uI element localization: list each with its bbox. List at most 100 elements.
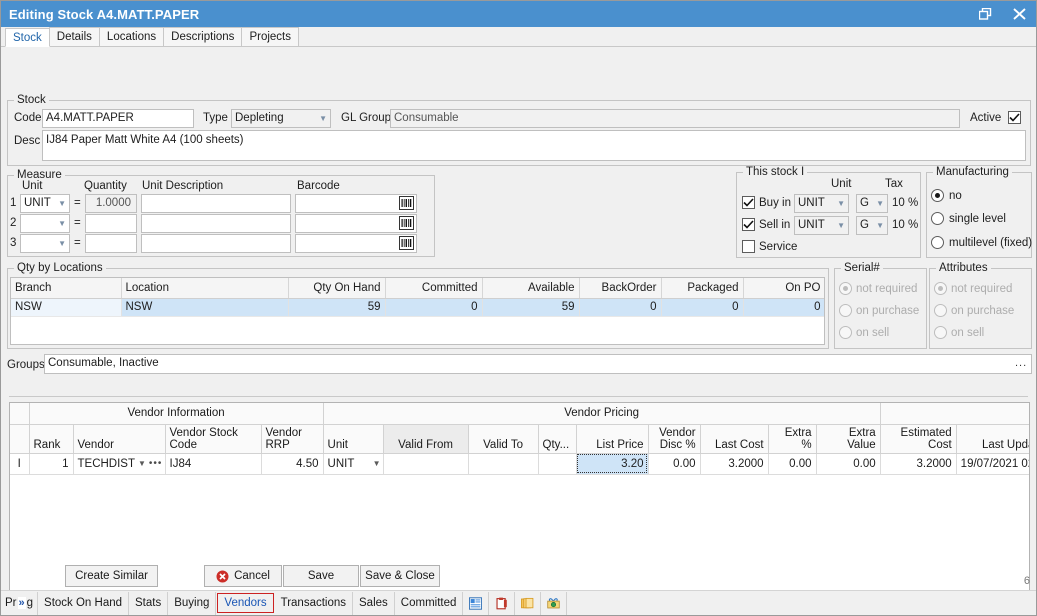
qty-col-committed[interactable]: Committed [385,278,482,298]
vendor-col-valid-to[interactable]: Valid To [468,424,538,453]
measure-unit-combo-2[interactable]: ▼ [20,214,70,233]
overflow-chevron-icon[interactable]: » [18,597,26,609]
vendor-cell-vendor-rrp[interactable]: 4.50 [261,453,323,474]
table-row[interactable]: NSW NSW 59 0 59 0 0 0 [11,298,825,316]
measure-unit-combo-3[interactable]: ▼ [20,234,70,253]
vendor-cell-estimated-cost[interactable]: 3.2000 [880,453,956,474]
desc-input[interactable]: IJ84 Paper Matt White A4 (100 sheets) [42,130,1026,161]
create-similar-button[interactable]: Create Similar [65,565,158,587]
qty-col-branch[interactable]: Branch [11,278,121,298]
qty-by-locations-grid[interactable]: Branch Location Qty On Hand Committed Av… [10,277,825,345]
vendor-cell-last-updated[interactable]: 19/07/2021 02:31:39 P [956,453,1030,474]
buy-in-checkbox[interactable] [742,196,755,209]
vendor-col-vendor[interactable]: Vendor [73,424,165,453]
vendor-col-rank[interactable]: Rank [29,424,73,453]
measure-unit-description-input-3[interactable] [141,234,291,253]
tab-stock[interactable]: Stock [5,28,50,47]
vendor-col-estimated-cost[interactable]: Estimated Cost [880,424,956,453]
measure-unit-description-input-2[interactable] [141,214,291,233]
qty-cell-on-po[interactable]: 0 [743,298,825,316]
vendor-cell-qty[interactable] [538,453,576,474]
money-gift-icon[interactable] [541,592,567,615]
vendor-col-vendor-rrp[interactable]: Vendor RRP [261,424,323,453]
vendor-col-extra-pct[interactable]: Extra % [768,424,816,453]
qty-col-available[interactable]: Available [482,278,579,298]
measure-quantity-input-2[interactable] [85,214,137,233]
save-button[interactable]: Save [283,565,359,587]
vendor-col-qty[interactable]: Qty... [538,424,576,453]
vendor-lookup-ellipsis-icon[interactable]: ••• [149,458,163,469]
report-icon[interactable] [463,592,489,615]
manufacturing-radio-multilevel[interactable] [931,236,944,249]
chevron-down-icon[interactable]: ▼ [138,459,146,468]
measure-unit-description-input-1[interactable] [141,194,291,213]
vendor-cell-valid-to[interactable] [468,453,538,474]
qty-col-location[interactable]: Location [121,278,288,298]
vendor-cell-valid-from[interactable] [383,453,468,474]
vendor-cell-last-cost[interactable]: 3.2000 [700,453,768,474]
qty-col-backorder[interactable]: BackOrder [579,278,661,298]
statusbar-item-vendors[interactable]: Vendors [217,593,273,613]
vendor-col-vendor-stock-code[interactable]: Vendor Stock Code [165,424,261,453]
statusbar-item-stats[interactable]: Stats [129,592,168,615]
tab-details[interactable]: Details [49,27,100,46]
statusbar-item-sales[interactable]: Sales [353,592,395,615]
restore-window-icon[interactable] [968,1,1002,27]
service-checkbox[interactable] [742,240,755,253]
qty-col-qty-on-hand[interactable]: Qty On Hand [288,278,385,298]
code-input[interactable]: A4.MATT.PAPER [42,109,194,128]
qty-cell-backorder[interactable]: 0 [579,298,661,316]
vendor-cell-unit[interactable]: UNIT ▼ [323,453,383,474]
qty-cell-branch[interactable]: NSW [11,298,121,316]
manufacturing-radio-no[interactable] [931,189,944,202]
copy-pages-icon[interactable] [515,592,541,615]
vendor-cell-vendor[interactable]: TECHDIST ▼ ••• [73,453,165,474]
qty-cell-qty-on-hand[interactable]: 59 [288,298,385,316]
vendor-cell-vendor-disc-pct[interactable]: 0.00 [648,453,700,474]
save-and-close-button[interactable]: Save & Close [360,565,440,587]
close-window-icon[interactable] [1002,1,1036,27]
statusbar-item-stock-on-hand[interactable]: Stock On Hand [38,592,129,615]
groups-more-button[interactable]: ... [1015,357,1027,369]
sell-in-checkbox[interactable] [742,218,755,231]
chevron-down-icon[interactable]: ▼ [373,459,381,468]
vendor-cell-vendor-stock-code[interactable]: IJ84 [165,453,261,474]
clipboard-icon[interactable] [489,592,515,615]
buy-in-tax-combo[interactable]: G ▼ [856,194,888,213]
vendor-col-last-cost[interactable]: Last Cost [700,424,768,453]
vendor-col-list-price[interactable]: List Price [576,424,648,453]
statusbar-overflow[interactable]: Pr » g [1,592,38,615]
barcode-icon[interactable] [399,216,414,233]
qty-cell-packaged[interactable]: 0 [661,298,743,316]
manufacturing-radio-single-level[interactable] [931,212,944,225]
statusbar-item-transactions[interactable]: Transactions [275,592,353,615]
groups-input[interactable]: Consumable, Inactive [44,354,1032,374]
type-combo[interactable]: Depleting ▼ [231,109,331,128]
vendor-col-valid-from[interactable]: Valid From [383,424,468,453]
vendor-col-vendor-disc-pct[interactable]: Vendor Disc % [648,424,700,453]
barcode-icon[interactable] [399,236,414,253]
tab-locations[interactable]: Locations [99,27,164,46]
vendor-col-extra-value[interactable]: Extra Value [816,424,880,453]
qty-cell-location[interactable]: NSW [121,298,288,316]
vendor-cell-rank[interactable]: 1 [29,453,73,474]
statusbar-item-buying[interactable]: Buying [168,592,216,615]
vendor-cell-list-price[interactable]: 3.20 [576,453,648,474]
sell-in-unit-combo[interactable]: UNIT ▼ [794,216,849,235]
qty-cell-available[interactable]: 59 [482,298,579,316]
measure-unit-combo-1[interactable]: UNIT ▼ [20,194,70,213]
statusbar-item-committed[interactable]: Committed [395,592,464,615]
vendor-cell-extra-value[interactable]: 0.00 [816,453,880,474]
barcode-icon[interactable] [399,196,414,213]
measure-quantity-input-3[interactable] [85,234,137,253]
vendor-col-unit[interactable]: Unit [323,424,383,453]
active-checkbox[interactable] [1008,111,1021,124]
cancel-button[interactable]: Cancel [204,565,282,587]
gl-group-input[interactable]: Consumable [390,109,960,128]
measure-quantity-input-1[interactable]: 1.0000 [85,194,137,213]
tab-projects[interactable]: Projects [241,27,299,46]
qty-col-packaged[interactable]: Packaged [661,278,743,298]
tab-descriptions[interactable]: Descriptions [163,27,242,46]
qty-cell-committed[interactable]: 0 [385,298,482,316]
vendor-cell-extra-pct[interactable]: 0.00 [768,453,816,474]
